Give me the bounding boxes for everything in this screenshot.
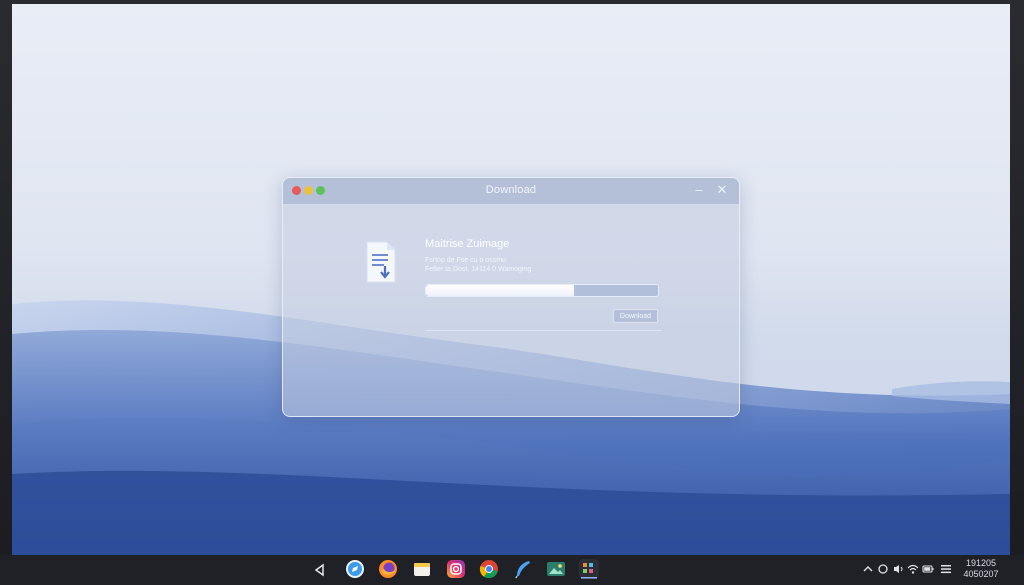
audio-icon[interactable] [892,563,904,575]
file-manager-icon[interactable] [412,559,432,579]
battery-icon[interactable] [922,563,934,575]
app-grid-icon[interactable] [579,559,599,579]
download-progress-bar [425,284,659,297]
taskbar: 191205 4050207 [0,555,1024,585]
desktop: Download – ✕ Maitrise Zuimage Fsrtop de … [12,4,1010,555]
photo-viewer-icon[interactable] [546,559,566,579]
progress-fill [426,285,575,296]
download-dialog: Download – ✕ Maitrise Zuimage Fsrtop de … [282,177,740,417]
clock-time: 191205 [965,558,997,568]
back-icon[interactable] [313,563,327,577]
clock-date: 4050207 [963,569,999,579]
download-button[interactable]: Download [613,309,658,323]
minimize-icon[interactable]: – [691,182,707,198]
file-info-line: Fefter ta Dost. 14114 0 Wamoging [425,266,532,273]
chrome-icon[interactable] [479,559,499,579]
feather-icon[interactable] [513,559,533,579]
file-info: Fsrtop de Fse cu o ossmo Fefter ta Dost.… [425,256,665,274]
instagram-icon[interactable] [446,559,466,579]
menu-icon[interactable] [940,563,952,575]
circle-icon[interactable] [877,563,889,575]
divider [425,330,661,331]
chevron-up-icon[interactable] [862,563,874,575]
dialog-titlebar[interactable]: Download – ✕ [283,178,739,205]
safari-icon[interactable] [345,559,365,579]
close-icon[interactable]: ✕ [714,182,730,198]
firefox-icon[interactable] [378,559,398,579]
wifi-icon[interactable] [907,563,919,575]
dialog-title: Download [485,184,537,196]
document-download-icon [366,241,396,283]
file-name: Maitrise Zuimage [425,238,510,250]
system-clock[interactable]: 191205 4050207 [960,558,1002,580]
file-info-line: Fsrtop de Fse cu o ossmo [425,257,506,264]
